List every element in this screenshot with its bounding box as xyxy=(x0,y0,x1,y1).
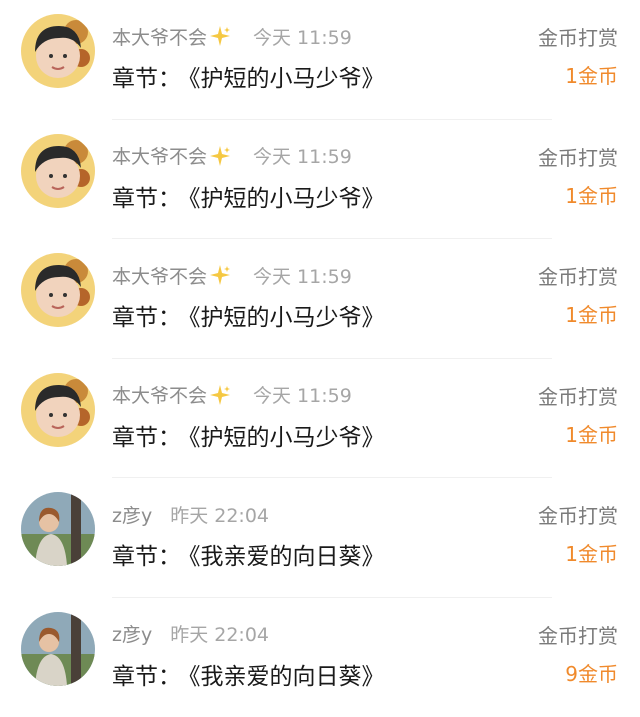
avatar[interactable] xyxy=(21,612,95,686)
chapter-line: 章节： 《护短的小马少爷》 xyxy=(112,418,385,452)
avatar[interactable] xyxy=(21,134,95,208)
chapter-title[interactable]: 《我亲爱的向日葵》 xyxy=(189,664,385,690)
username[interactable]: 本大爷不会 xyxy=(112,381,207,408)
coin-amount: 1金币 xyxy=(565,180,618,209)
timestamp: 今天 11:59 xyxy=(253,23,352,50)
reward-type: 金币打赏 xyxy=(538,142,618,171)
list-item[interactable]: z彦y 昨天 22:04 章节： 《我亲爱的向日葵》 金币打赏 1金币 xyxy=(0,478,640,598)
chapter-line: 章节： 《我亲爱的向日葵》 xyxy=(112,537,385,571)
coin-amount: 1金币 xyxy=(565,299,618,328)
timestamp: 今天 11:59 xyxy=(253,142,352,169)
reward-type: 金币打赏 xyxy=(538,381,618,410)
sparkle-icon xyxy=(209,25,231,47)
chapter-label: 章节： xyxy=(112,664,181,690)
reward-type: 金币打赏 xyxy=(538,22,618,51)
coin-amount: 1金币 xyxy=(565,419,618,448)
chapter-line: 章节： 《我亲爱的向日葵》 xyxy=(112,657,385,691)
coin-amount: 9金币 xyxy=(565,658,618,687)
chapter-label: 章节： xyxy=(112,305,181,331)
chapter-line: 章节： 《护短的小马少爷》 xyxy=(112,179,385,213)
timestamp: 今天 11:59 xyxy=(253,381,352,408)
list-item[interactable]: 本大爷不会 今天 11:59 章节： 《护短的小马少爷》 金币打赏 1金币 xyxy=(0,120,640,240)
list-item[interactable]: 本大爷不会 今天 11:59 章节： 《护短的小马少爷》 金币打赏 1金币 xyxy=(0,0,640,120)
chapter-title[interactable]: 《护短的小马少爷》 xyxy=(189,425,385,451)
coin-amount: 1金币 xyxy=(565,538,618,567)
sparkle-icon xyxy=(209,145,231,167)
avatar[interactable] xyxy=(21,373,95,447)
avatar[interactable] xyxy=(21,14,95,88)
chapter-title[interactable]: 《护短的小马少爷》 xyxy=(189,66,385,92)
chapter-title[interactable]: 《护短的小马少爷》 xyxy=(189,305,385,331)
chapter-title[interactable]: 《我亲爱的向日葵》 xyxy=(189,544,385,570)
coin-amount: 1金币 xyxy=(565,60,618,89)
chapter-label: 章节： xyxy=(112,425,181,451)
username[interactable]: z彦y xyxy=(112,620,152,647)
username[interactable]: 本大爷不会 xyxy=(112,23,207,50)
avatar[interactable] xyxy=(21,492,95,566)
username[interactable]: z彦y xyxy=(112,501,152,528)
timestamp: 昨天 22:04 xyxy=(170,501,269,528)
username[interactable]: 本大爷不会 xyxy=(112,262,207,289)
sparkle-icon xyxy=(209,384,231,406)
chapter-title[interactable]: 《护短的小马少爷》 xyxy=(189,186,385,212)
chapter-line: 章节： 《护短的小马少爷》 xyxy=(112,298,385,332)
username[interactable]: 本大爷不会 xyxy=(112,142,207,169)
chapter-label: 章节： xyxy=(112,186,181,212)
reward-type: 金币打赏 xyxy=(538,500,618,529)
list-item[interactable]: 本大爷不会 今天 11:59 章节： 《护短的小马少爷》 金币打赏 1金币 xyxy=(0,359,640,479)
reward-type: 金币打赏 xyxy=(538,620,618,649)
sparkle-icon xyxy=(209,264,231,286)
chapter-label: 章节： xyxy=(112,66,181,92)
timestamp: 今天 11:59 xyxy=(253,262,352,289)
timestamp: 昨天 22:04 xyxy=(170,620,269,647)
reward-list: 本大爷不会 今天 11:59 章节： 《护短的小马少爷》 金币打赏 1金币 xyxy=(0,0,640,717)
list-item[interactable]: 本大爷不会 今天 11:59 章节： 《护短的小马少爷》 金币打赏 1金币 xyxy=(0,239,640,359)
reward-type: 金币打赏 xyxy=(538,261,618,290)
chapter-label: 章节： xyxy=(112,544,181,570)
avatar[interactable] xyxy=(21,253,95,327)
list-item[interactable]: z彦y 昨天 22:04 章节： 《我亲爱的向日葵》 金币打赏 9金币 xyxy=(0,598,640,717)
chapter-line: 章节： 《护短的小马少爷》 xyxy=(112,59,385,93)
